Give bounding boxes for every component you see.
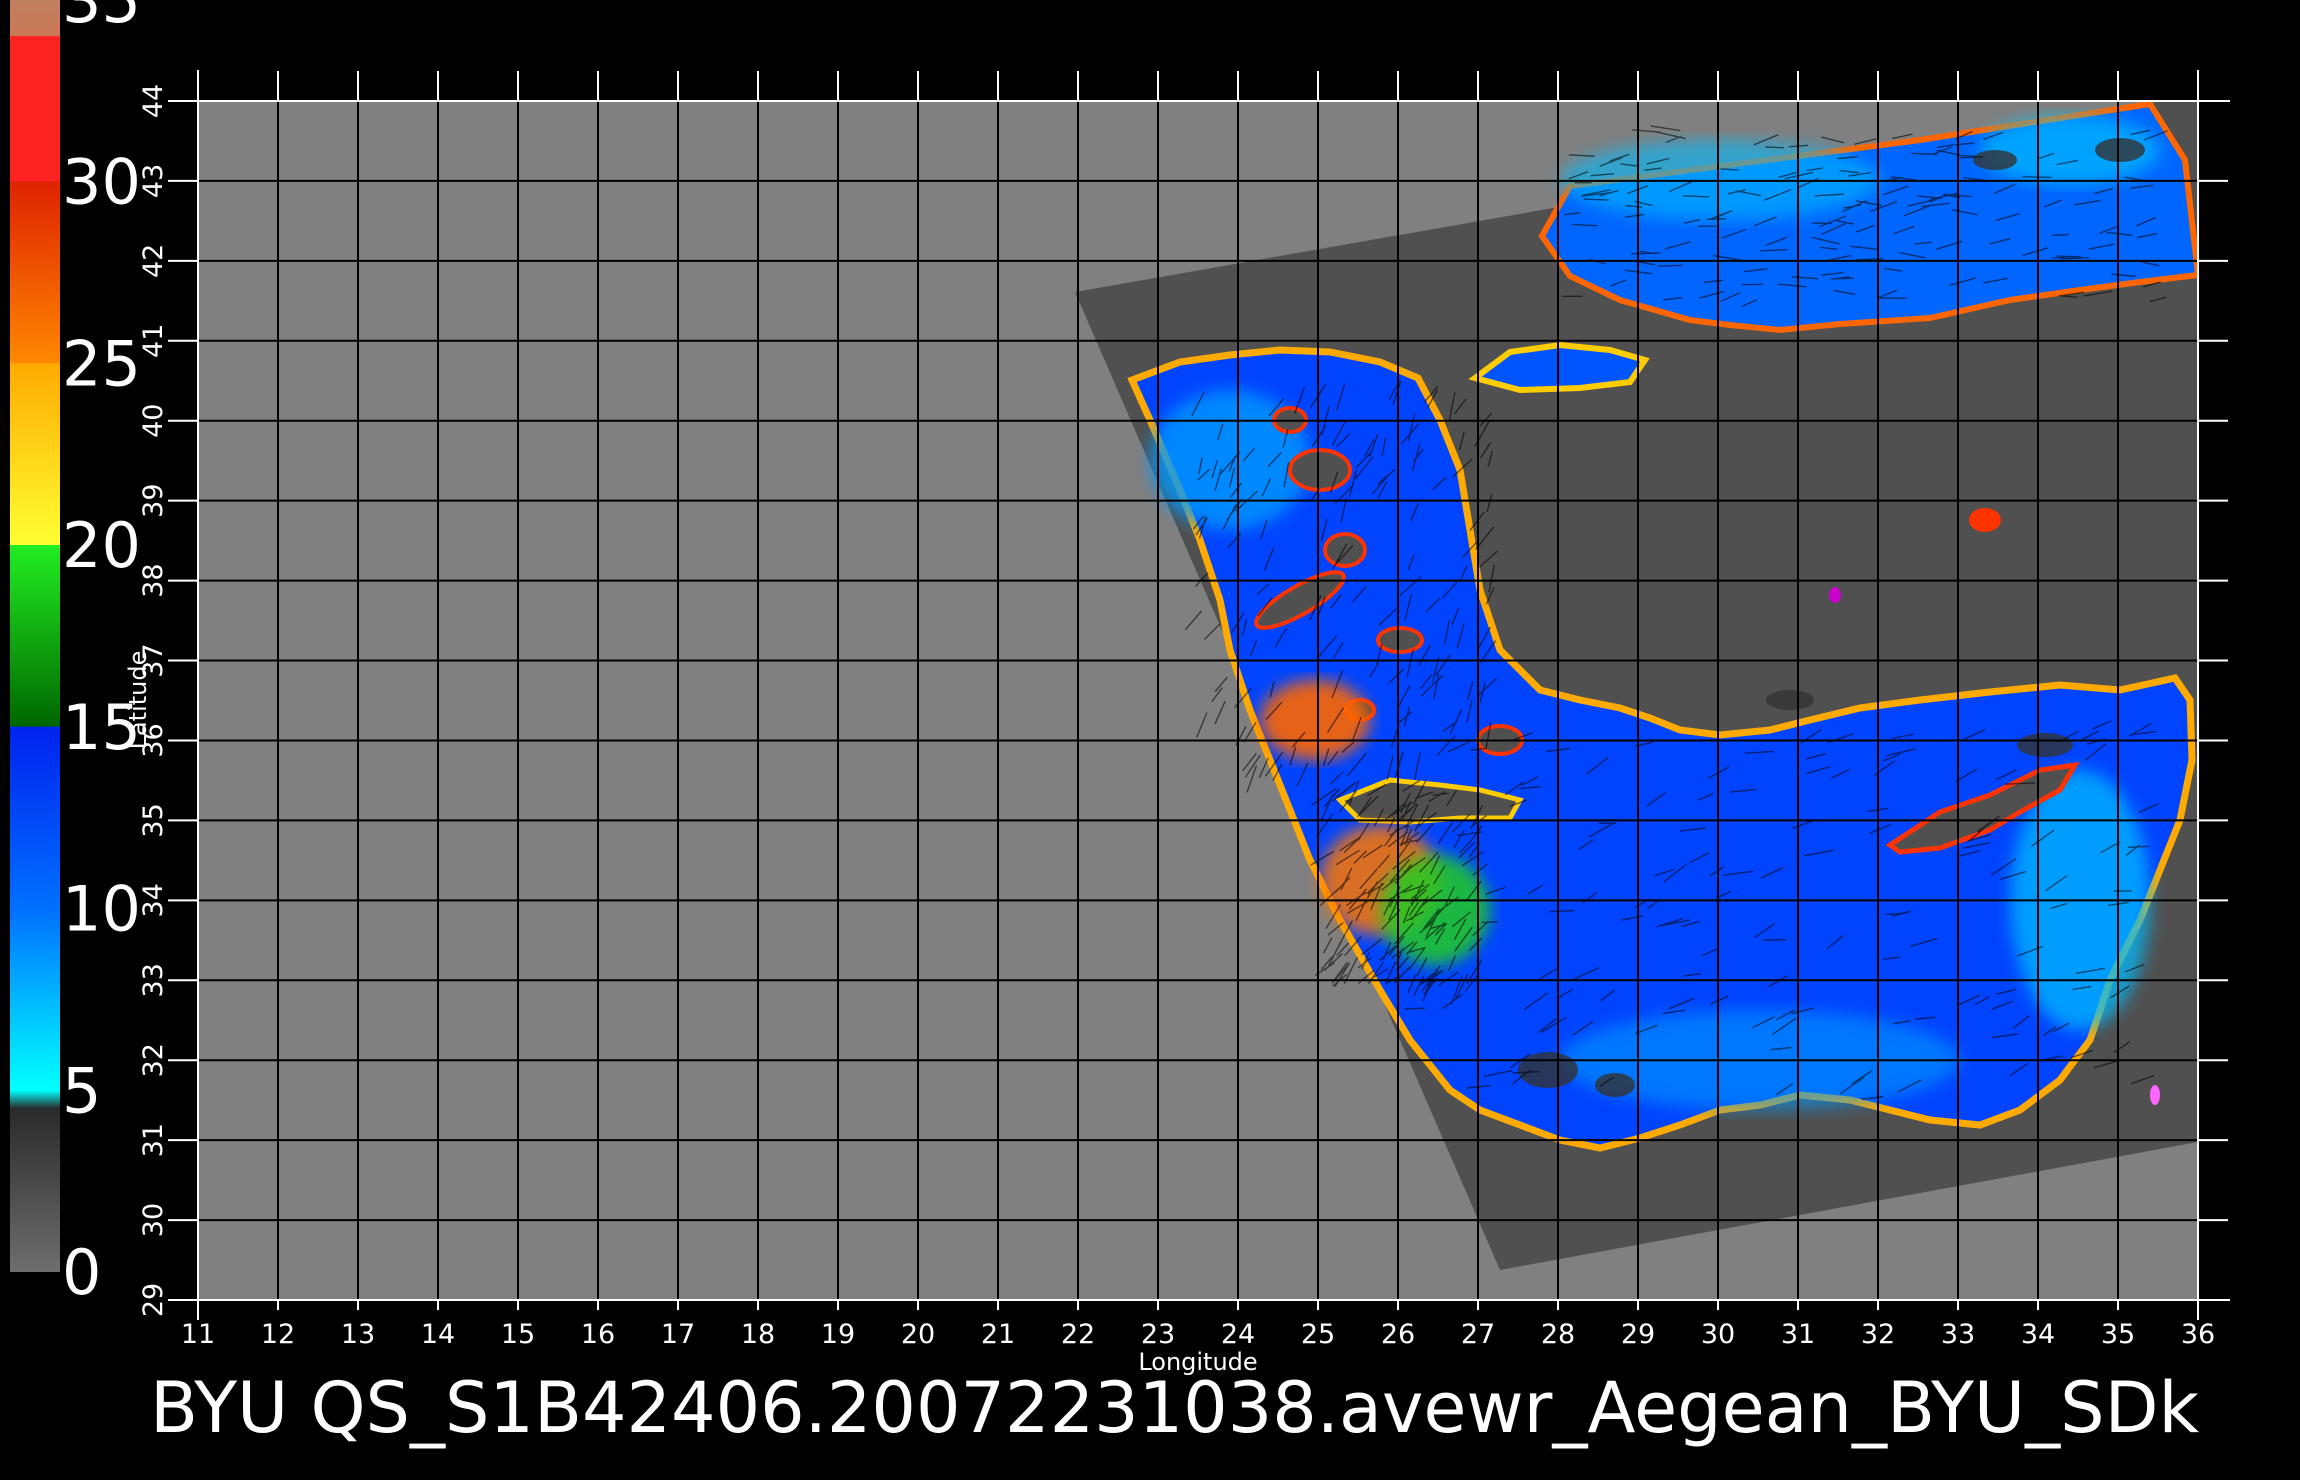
speckle bbox=[1518, 1052, 1578, 1088]
longitude-tick-label: 32 bbox=[1861, 1319, 1895, 1350]
longitude-tick-label: 13 bbox=[341, 1319, 375, 1350]
colorbar-label: 10 bbox=[62, 873, 141, 946]
longitude-tick-label: 23 bbox=[1141, 1319, 1175, 1350]
latitude-tick-label: 43 bbox=[138, 164, 169, 198]
wind-vector bbox=[1765, 146, 1785, 149]
longitude-tick-label: 11 bbox=[181, 1319, 215, 1350]
longitude-tick-label: 29 bbox=[1621, 1319, 1655, 1350]
latitude-tick-label: 34 bbox=[138, 883, 169, 917]
wind-vector bbox=[1856, 258, 1884, 261]
latitude-tick-label: 35 bbox=[138, 803, 169, 837]
fragment-purple-2 bbox=[2150, 1085, 2160, 1105]
wind-vector bbox=[1706, 218, 1726, 221]
latitude-tick-label: 30 bbox=[138, 1203, 169, 1237]
colorbar: 05101520253035 bbox=[10, 0, 141, 1309]
latitude-tick-label: 42 bbox=[138, 244, 169, 278]
longitude-tick-label: 36 bbox=[2181, 1319, 2215, 1350]
figure-caption: BYU QS_S1B42406.20072231038.avewr_Aegean… bbox=[150, 1367, 2199, 1449]
longitude-tick-label: 33 bbox=[1941, 1319, 1975, 1350]
y-axis-title: Latitude bbox=[124, 651, 152, 750]
moderate-wind-patch bbox=[1380, 855, 1490, 965]
wind-vector bbox=[1956, 154, 1976, 157]
island-samos bbox=[1376, 626, 1424, 654]
latitude-tick-label: 38 bbox=[138, 563, 169, 597]
latitude-tick-label: 31 bbox=[138, 1123, 169, 1157]
fragment-red bbox=[1969, 508, 2001, 532]
wind-vector bbox=[1811, 222, 1832, 225]
latitude-tick-label: 32 bbox=[138, 1043, 169, 1077]
wind-vector bbox=[1657, 264, 1683, 267]
longitude-tick-label: 26 bbox=[1381, 1319, 1415, 1350]
latitude-tick-label: 44 bbox=[138, 84, 169, 118]
colorbar-label: 20 bbox=[62, 509, 141, 582]
wind-map-figure: 0 5 10 15 20 25 30 35 11 12 13 14 15 16 17 18 1… bbox=[10, 0, 2230, 1449]
longitude-tick-label: 35 bbox=[2101, 1319, 2135, 1350]
wind-vector bbox=[1481, 921, 1498, 924]
fragment-purple bbox=[1829, 587, 1841, 603]
colorbar-label: 25 bbox=[62, 327, 141, 400]
longitude-tick-label: 17 bbox=[661, 1319, 695, 1350]
map-plot-area bbox=[197, 100, 2199, 1301]
latitude-tick-label: 33 bbox=[138, 963, 169, 997]
longitude-tick-label: 15 bbox=[501, 1319, 535, 1350]
colorbar-label: 35 bbox=[62, 0, 141, 37]
longitude-tick-label: 14 bbox=[421, 1319, 455, 1350]
longitude-tick-label: 31 bbox=[1781, 1319, 1815, 1350]
longitude-tick-label: 16 bbox=[581, 1319, 615, 1350]
speckle bbox=[2095, 138, 2145, 162]
high-wind-patch-north bbox=[1260, 680, 1370, 760]
latitude-tick-label: 41 bbox=[138, 324, 169, 358]
longitude-tick-label: 27 bbox=[1461, 1319, 1495, 1350]
speckle bbox=[2017, 733, 2073, 757]
longitude-tick-label: 19 bbox=[821, 1319, 855, 1350]
island-chios bbox=[1323, 532, 1367, 568]
wind-vector bbox=[1583, 198, 1609, 201]
longitude-tick-label: 21 bbox=[981, 1319, 1015, 1350]
longitude-tick-label: 25 bbox=[1301, 1319, 1335, 1350]
wind-vector bbox=[1630, 252, 1661, 255]
wind-vector bbox=[1403, 1007, 1426, 1010]
longitude-tick-label: 12 bbox=[261, 1319, 295, 1350]
island-lesbos bbox=[1288, 448, 1352, 492]
longitude-tick-label: 22 bbox=[1061, 1319, 1095, 1350]
latitude-tick-label: 40 bbox=[138, 404, 169, 438]
longitude-tick-label: 28 bbox=[1541, 1319, 1575, 1350]
latitude-tick-label: 39 bbox=[138, 483, 169, 517]
speckle bbox=[1973, 150, 2017, 170]
colorbar-gradient bbox=[10, 0, 60, 1272]
wind-vector bbox=[1763, 938, 1787, 941]
latitude-tick-label: 29 bbox=[138, 1283, 169, 1317]
longitude-tick-label: 20 bbox=[901, 1319, 935, 1350]
longitude-tick-label: 18 bbox=[741, 1319, 775, 1350]
longitude-tick-labels: 11 12 13 14 15 16 17 18 19 20 21 22 23 24 25 26 27 28 29 30… bbox=[181, 1319, 2215, 1350]
wind-vector bbox=[1549, 909, 1575, 913]
longitude-tick-label: 30 bbox=[1701, 1319, 1735, 1350]
speckle bbox=[1766, 690, 1814, 710]
longitude-tick-label: 34 bbox=[2021, 1319, 2055, 1350]
colorbar-label: 5 bbox=[62, 1054, 101, 1127]
colorbar-label: 30 bbox=[62, 146, 141, 219]
longitude-tick-label: 24 bbox=[1221, 1319, 1255, 1350]
wind-vector bbox=[2051, 233, 2069, 237]
colorbar-label: 0 bbox=[62, 1236, 101, 1309]
